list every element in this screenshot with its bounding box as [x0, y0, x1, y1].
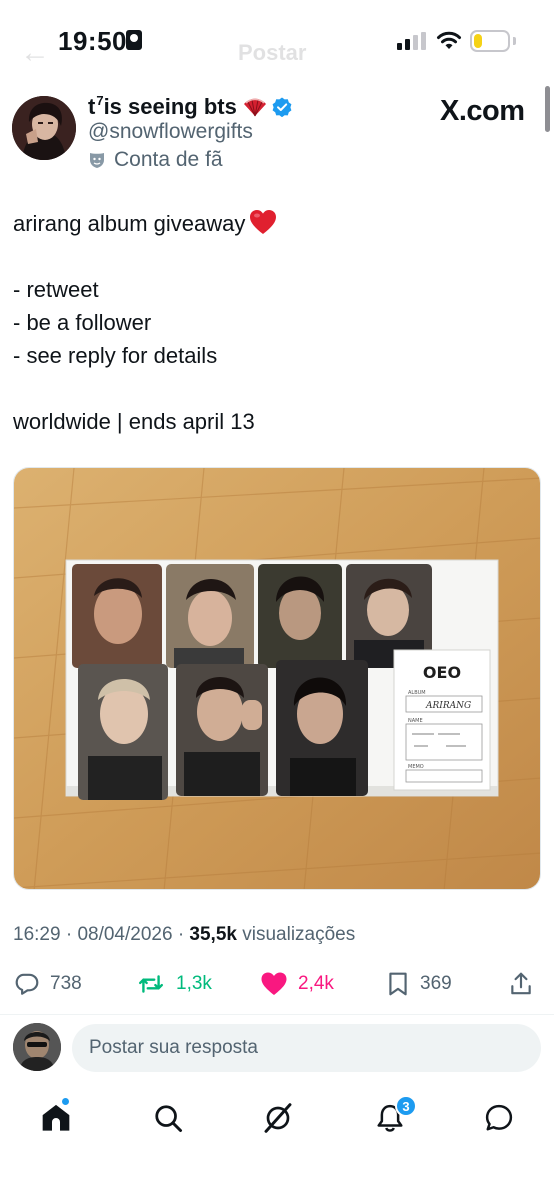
tweet-photo[interactable]: OEO ALBUM ARIRANG NAME MEMO: [13, 467, 541, 890]
battery-level: [474, 34, 482, 48]
tweet-line: arirang album giveaway: [13, 207, 533, 240]
nav-search[interactable]: [148, 1098, 188, 1138]
tweet-line: [13, 372, 533, 405]
tweet-line: - retweet: [13, 277, 99, 302]
photocard: [78, 664, 168, 800]
card-name-label: NAME: [408, 718, 423, 724]
tweet-meta: 16:29 · 08/04/2026 · 35,5k visualizações: [13, 924, 355, 946]
back-arrow-icon[interactable]: ←: [20, 36, 50, 70]
tweet-actions: 738 1,3k 2,4k 369: [0, 966, 554, 1006]
repost-icon: [138, 975, 164, 993]
fan-account-label: Conta de fã: [88, 148, 223, 172]
card-memo-label: MEMO: [408, 764, 424, 770]
status-bar: ← Postar 19:50: [0, 0, 554, 84]
tweet-date: 08/04/2026: [77, 924, 173, 945]
display-name-rest: is seeing bts: [103, 94, 237, 119]
divider: [0, 1014, 554, 1015]
focus-icon: [126, 30, 142, 50]
battery-icon: [470, 30, 510, 52]
tweet-line: worldwide | ends april 13: [13, 409, 255, 434]
card-logo: OEO: [423, 663, 461, 682]
display-name-superscript: 7: [96, 92, 104, 108]
notifications-badge: 3: [395, 1095, 417, 1117]
author-avatar[interactable]: [12, 96, 76, 160]
nav-grok[interactable]: [258, 1098, 298, 1138]
bookmark-icon: [389, 972, 407, 996]
current-user-avatar[interactable]: [13, 1023, 61, 1071]
xcom-text: X.com: [440, 95, 525, 127]
reply-count: 738: [50, 973, 82, 994]
bookmark-count: 369: [420, 973, 452, 994]
grok-icon: [264, 1103, 292, 1133]
share-icon: [511, 972, 531, 995]
battery-tip: [513, 37, 516, 45]
photocard: [72, 564, 162, 668]
header-title: Postar: [238, 40, 307, 65]
repost-button[interactable]: 1,3k: [136, 966, 212, 1002]
tweet-text: arirang album giveaway - retweet - be a …: [13, 207, 533, 438]
fan-account-text: Conta de fã: [114, 148, 223, 171]
reply-input[interactable]: [72, 1024, 541, 1072]
tweet-line: - see reply for details: [13, 343, 218, 368]
fan-icon: [243, 98, 266, 117]
status-time: 19:50: [58, 26, 127, 56]
fan-account-icon: [90, 153, 104, 168]
share-button[interactable]: [508, 966, 534, 1002]
verified-icon: [272, 97, 292, 117]
author-display-name[interactable]: t7 is seeing bts: [88, 92, 292, 120]
home-icon: [42, 1104, 70, 1131]
reply-icon: [15, 973, 39, 995]
like-icon: [261, 972, 287, 995]
card-album-value: ARIRANG: [425, 701, 471, 711]
search-icon: [155, 1105, 182, 1132]
tweet-time: 16:29: [13, 924, 61, 945]
view-count: 35,5k: [189, 924, 237, 945]
nav-home[interactable]: [36, 1098, 76, 1138]
tweet-line: - be a follower: [13, 310, 152, 335]
messages-icon: [485, 1104, 513, 1131]
scrollbar[interactable]: [545, 86, 550, 132]
meta-separator: ·: [177, 924, 185, 945]
meta-separator: ·: [65, 924, 73, 945]
nav-messages[interactable]: [479, 1098, 519, 1138]
photocard: [176, 664, 268, 796]
photocard: [166, 564, 254, 668]
display-name-prefix: t: [88, 94, 96, 119]
xcom-watermark: X.com: [440, 95, 525, 128]
signal-icon: [397, 32, 426, 50]
author-handle[interactable]: @snowflowergifts: [88, 120, 253, 144]
like-count: 2,4k: [298, 973, 334, 994]
views-label: visualizações: [242, 924, 356, 945]
like-button[interactable]: 2,4k: [260, 966, 334, 1002]
photocard: [258, 564, 342, 668]
photocard: [276, 660, 368, 796]
home-unread-dot: [62, 1098, 69, 1105]
record-card: OEO ALBUM ARIRANG NAME MEMO: [393, 649, 491, 791]
bottom-navigation: [0, 1086, 554, 1156]
wifi-icon: [437, 31, 461, 49]
reply-button[interactable]: 738: [14, 966, 82, 1002]
repost-count: 1,3k: [176, 973, 212, 994]
tweet-line: [13, 240, 533, 273]
bookmark-button[interactable]: 369: [386, 966, 452, 1002]
card-album-label: ALBUM: [408, 690, 426, 696]
red-heart-emoji-icon: [250, 210, 277, 234]
